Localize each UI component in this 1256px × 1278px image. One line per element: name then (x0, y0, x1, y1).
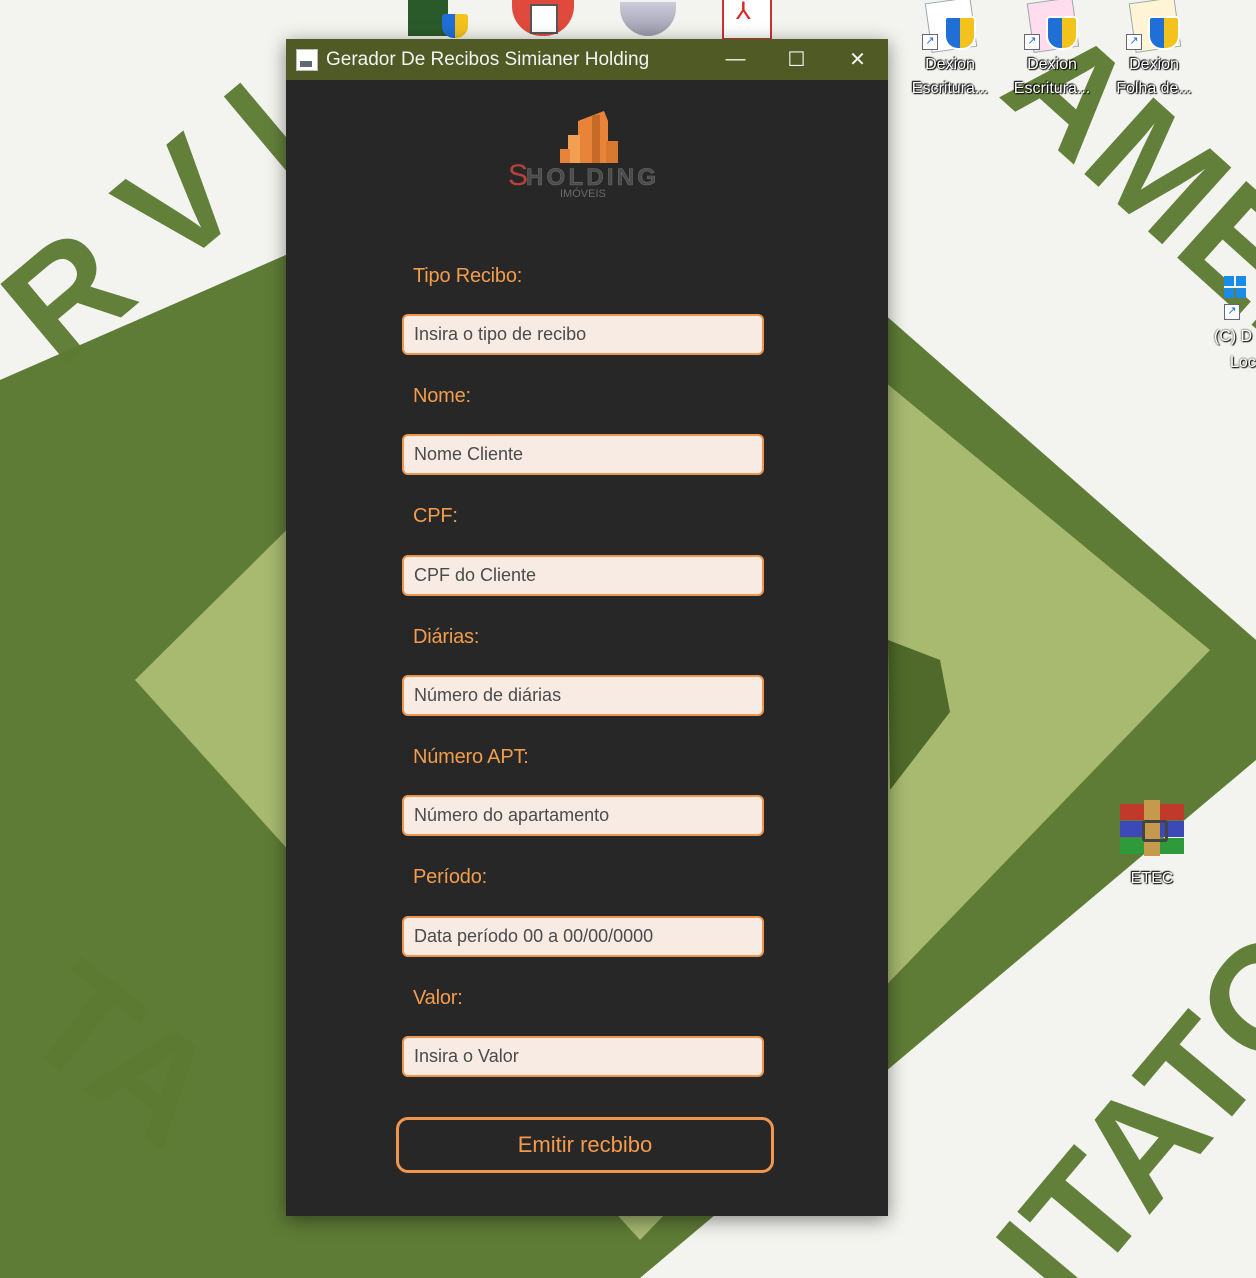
java-app-icon (296, 48, 318, 71)
logo-initial: S (508, 159, 528, 192)
shield-shortcut-icon: ↗ (1124, 0, 1184, 53)
desktop-icon-caption: Folha de... (1116, 80, 1192, 97)
building-icon (560, 111, 618, 163)
desktop-icon-caption: Escritura... (1013, 80, 1091, 97)
numero-apt-input[interactable] (402, 795, 764, 836)
emit-receipt-button[interactable]: Emitir recbibo (396, 1117, 774, 1173)
window-title: Gerador De Recibos Simianer Holding (326, 48, 650, 70)
partial-desktop-icon[interactable] (620, 0, 680, 38)
shortcut-arrow-icon: ↗ (1224, 304, 1240, 320)
tipo-recibo-label: Tipo Recibo: (413, 265, 523, 287)
periodo-label: Período: (413, 866, 488, 888)
shield-shortcut-icon: ↗ (920, 0, 980, 53)
periodo-input[interactable] (402, 916, 764, 957)
disc-icon (620, 2, 676, 36)
desktop-icon-caption: Dexion (1027, 56, 1077, 73)
partial-desktop-icon[interactable] (512, 0, 576, 38)
desktop-icon-caption: Loc (1230, 354, 1256, 371)
valor-input[interactable] (402, 1036, 764, 1077)
desktop-icon-dexion-escritura-1[interactable]: ↗ Dexion Escritura... (900, 0, 1000, 102)
desktop-icon-caption: Escritura... (911, 80, 989, 97)
logo-subtitle: IMÓVEIS (560, 187, 606, 200)
title-bar[interactable]: Gerador De Recibos Simianer Holding — ☐ … (286, 39, 888, 80)
desktop-icon-caption: Dexion (1129, 56, 1179, 73)
partial-desktop-icon[interactable]: ⅄ (722, 0, 772, 40)
shield-icon (442, 14, 468, 38)
desktop-icon-caption: (C) D (1214, 328, 1253, 345)
desktop-icon-etec[interactable]: ETEC (1102, 800, 1202, 892)
nome-label: Nome: (413, 385, 471, 407)
logo-brand: HOLDING (526, 164, 656, 191)
winrar-archive-icon (1120, 800, 1184, 858)
close-button[interactable]: ✕ (827, 39, 888, 80)
receipt-generator-window: Gerador De Recibos Simianer Holding — ☐ … (286, 39, 888, 1216)
valor-label: Valor: (413, 987, 463, 1009)
partial-desktop-icon[interactable]: ↗ (C) D Loc (1212, 272, 1256, 382)
desktop-icon-dexion-folha[interactable]: ↗ Dexion Folha de... (1104, 0, 1204, 102)
cpf-input[interactable] (402, 555, 764, 596)
minimize-button[interactable]: — (705, 39, 766, 80)
desktop-icon-dexion-escritura-2[interactable]: ↗ Dexion Escritura... (1002, 0, 1102, 102)
desktop-icon-caption: Dexion (925, 56, 975, 73)
desktop-icon-caption: ETEC (1130, 870, 1174, 887)
diarias-input[interactable] (402, 675, 764, 716)
cpf-label: CPF: (413, 505, 458, 527)
shield-shortcut-icon: ↗ (1022, 0, 1082, 53)
numero-apt-label: Número APT: (413, 746, 529, 768)
tipo-recibo-input[interactable] (402, 314, 764, 355)
nome-input[interactable] (402, 434, 764, 475)
maximize-button[interactable]: ☐ (766, 39, 827, 80)
partial-desktop-icon[interactable] (408, 0, 472, 38)
holding-logo: S HOLDING IMÓVEIS (508, 111, 656, 200)
diarias-label: Diárias: (413, 626, 480, 648)
